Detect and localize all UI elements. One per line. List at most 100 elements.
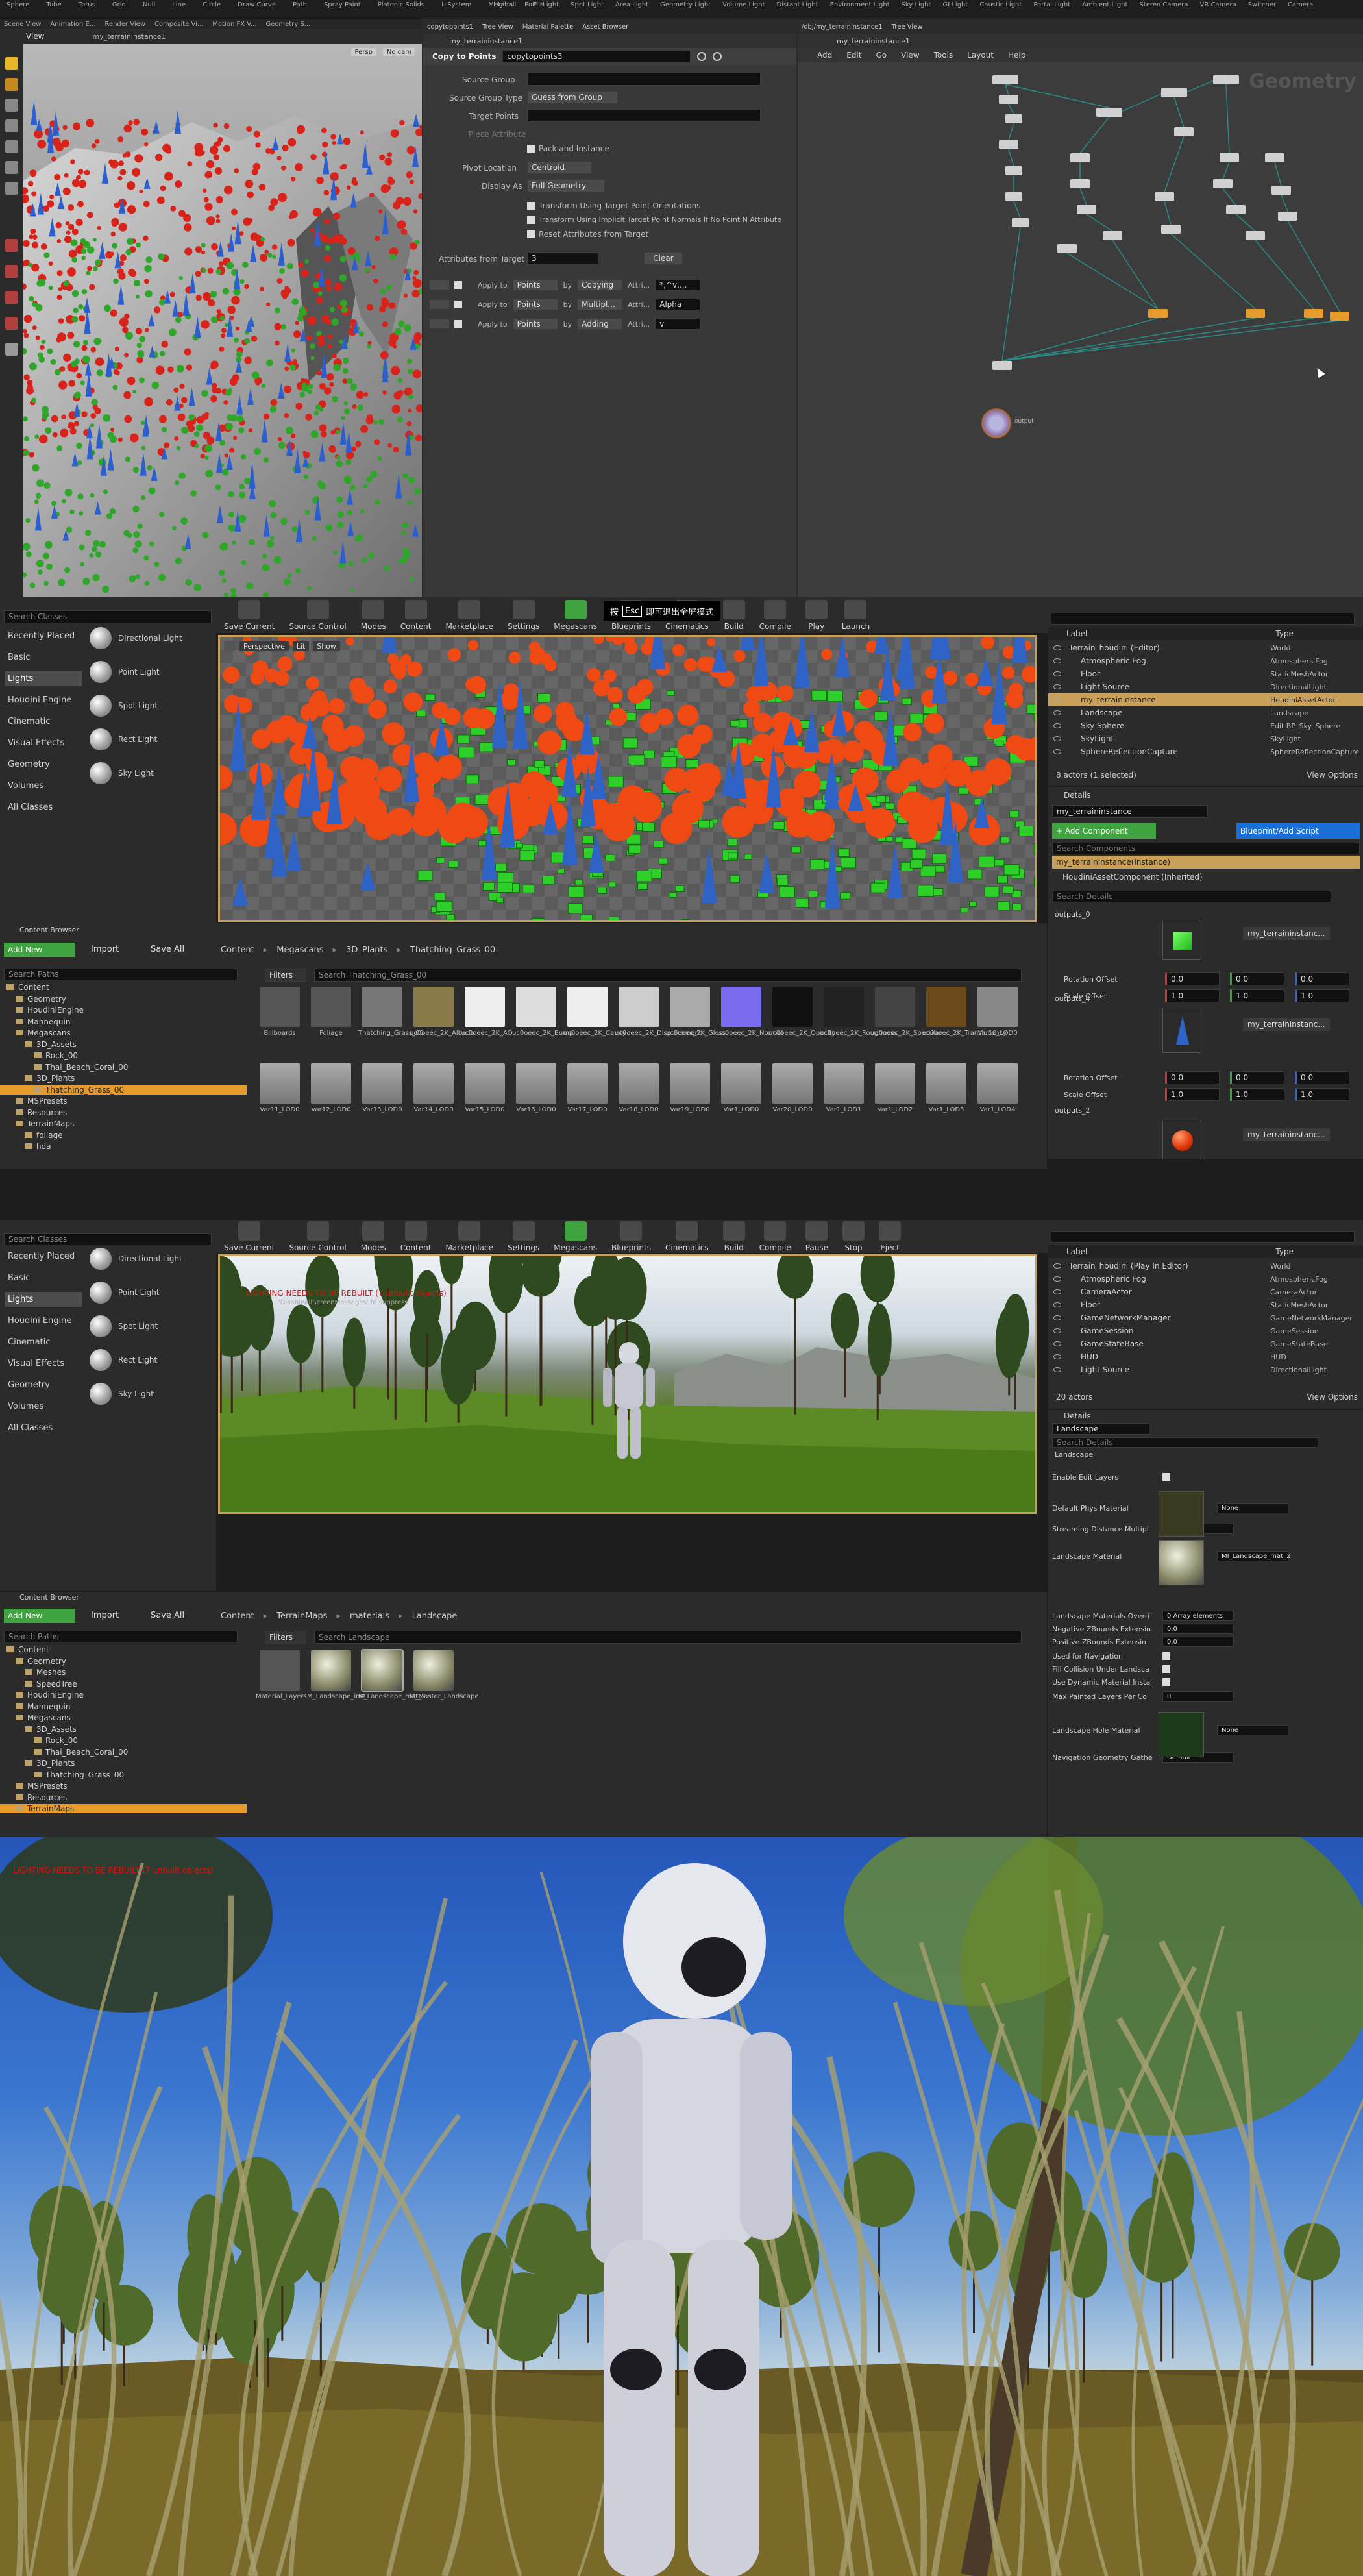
outliner-row[interactable]: Landscape Landscape xyxy=(1048,706,1363,719)
by-select[interactable]: Multipl... xyxy=(577,299,623,310)
component-child-row[interactable]: HoudiniAssetComponent (Inherited) xyxy=(1062,873,1203,882)
toolbar-button[interactable]: Save Current xyxy=(224,599,275,631)
eye-icon[interactable] xyxy=(1053,749,1061,754)
toolbar-button[interactable]: Modes xyxy=(361,1221,386,1252)
place-category[interactable]: All Classes xyxy=(5,1420,82,1435)
place-category[interactable]: Recently Placed xyxy=(5,1249,82,1264)
toolbar-button[interactable]: Marketplace xyxy=(445,1221,493,1252)
property-value[interactable]: None xyxy=(1217,1725,1288,1735)
net-menu-item[interactable]: Help xyxy=(1008,51,1025,60)
outliner-row[interactable]: SkyLight SkyLight xyxy=(1048,732,1363,745)
light-tool[interactable]: Spot Light xyxy=(571,1,604,8)
outliner-row[interactable]: Light Source DirectionalLight xyxy=(1048,680,1363,693)
add-new-button[interactable]: Add New xyxy=(4,943,75,957)
vector-field[interactable]: 1.0 xyxy=(1165,1088,1220,1101)
outliner-row[interactable]: GameStateBase GameStateBase xyxy=(1048,1337,1363,1350)
transform-implicit-checkbox[interactable] xyxy=(527,216,535,224)
light-tool[interactable]: Lights xyxy=(493,1,513,8)
place-item[interactable]: Rect Light xyxy=(90,1349,157,1371)
light-tool[interactable]: Caustic Light xyxy=(979,1,1022,8)
folder-tree-item[interactable]: Megascans xyxy=(0,1028,247,1037)
shelf-tool[interactable]: Platonic Solids xyxy=(378,1,424,8)
select-tool-icon[interactable] xyxy=(5,57,18,70)
by-select[interactable]: Copying xyxy=(577,279,623,291)
net-menu-item[interactable]: Add xyxy=(817,51,832,60)
vector-field[interactable]: 0.0 xyxy=(1165,972,1220,985)
outliner-row[interactable]: Terrain_houdini (Play In Editor) World xyxy=(1048,1259,1363,1272)
toolbar-button[interactable]: Source Control xyxy=(289,1221,347,1252)
network-node[interactable] xyxy=(1070,153,1090,162)
pane-tab[interactable]: Render View xyxy=(104,21,145,28)
blueprint-script-button[interactable]: Blueprint/Add Script xyxy=(1236,823,1360,839)
folder-tree-item[interactable]: Mannequin xyxy=(0,1017,247,1026)
param-node-name[interactable]: copytopoints3 xyxy=(502,50,691,63)
place-category[interactable]: Basic xyxy=(5,1270,82,1285)
param-pane-tab[interactable]: Asset Browser xyxy=(582,23,628,31)
filters-button-2[interactable]: Filters xyxy=(265,1631,306,1644)
outliner-header-type-2[interactable]: Type xyxy=(1275,1247,1294,1256)
apply-row-toggle[interactable] xyxy=(430,300,449,309)
source-group-type-select[interactable]: Guess from Group xyxy=(527,91,618,104)
reset-attr-checkbox[interactable] xyxy=(527,230,535,238)
breadcrumb-item[interactable]: Megascans xyxy=(276,945,323,955)
place-item[interactable]: Point Light xyxy=(90,1282,160,1304)
folder-tree-item[interactable]: TerrainMaps xyxy=(0,1804,247,1813)
network-node[interactable] xyxy=(1174,127,1194,136)
outliner-row[interactable]: GameSession GameSession xyxy=(1048,1324,1363,1337)
toolbar-button[interactable]: Megascans xyxy=(554,1221,597,1252)
pose-tool-icon[interactable] xyxy=(5,161,18,174)
material-thumbnail[interactable] xyxy=(1159,1712,1204,1757)
folder-tree-item[interactable]: HoudiniEngine xyxy=(0,1006,247,1015)
network-node[interactable] xyxy=(1271,186,1291,195)
material-thumbnail-blue[interactable] xyxy=(1162,1008,1201,1053)
gear-icon[interactable] xyxy=(697,52,707,61)
mesh-asset[interactable] xyxy=(311,1063,351,1104)
place-category[interactable]: Recently Placed xyxy=(5,628,82,643)
place-search-input[interactable]: Search Classes xyxy=(4,610,212,623)
toolbar-button[interactable]: Content xyxy=(400,599,431,631)
network-node[interactable] xyxy=(1057,244,1077,253)
outliner-row[interactable]: Light Source DirectionalLight xyxy=(1048,1363,1363,1376)
param-path[interactable]: my_terraininstance1 xyxy=(449,37,522,45)
light-tool[interactable]: Volume Light xyxy=(722,1,765,8)
toolbar-button[interactable]: Save Current xyxy=(224,1221,275,1252)
toolbar-button[interactable]: Marketplace xyxy=(445,599,493,631)
property-checkbox[interactable] xyxy=(1162,1665,1170,1673)
shelf-tool[interactable]: Line xyxy=(172,1,186,8)
apply-row-check[interactable] xyxy=(454,301,462,308)
houdini-3d-viewport[interactable]: Persp No cam xyxy=(23,44,422,597)
shelf-tool[interactable]: Grid xyxy=(112,1,126,8)
eye-icon[interactable] xyxy=(1053,1263,1061,1269)
texture-asset[interactable] xyxy=(413,987,454,1027)
property-value[interactable]: 0 xyxy=(1162,1691,1234,1702)
shelf-tool[interactable]: Draw Curve xyxy=(238,1,276,8)
light-tool[interactable]: Point Light xyxy=(524,1,559,8)
mesh-asset[interactable] xyxy=(567,1063,608,1104)
mesh-asset[interactable] xyxy=(875,1063,915,1104)
toolbar-button[interactable]: Settings xyxy=(508,599,539,631)
mesh-asset[interactable] xyxy=(619,1063,659,1104)
toolbar-button[interactable]: Modes xyxy=(361,599,386,631)
place-category[interactable]: Visual Effects xyxy=(5,1356,82,1371)
property-checkbox[interactable] xyxy=(1162,1678,1170,1686)
eye-icon[interactable] xyxy=(1053,1328,1061,1333)
pack-instance-checkbox[interactable] xyxy=(527,145,535,153)
game-view[interactable]: LIGHTING NEEDS TO BE REBUILT (7 unbuilt … xyxy=(0,1837,1363,2576)
shelf-tool[interactable]: Null xyxy=(143,1,155,8)
light-tool[interactable]: GI Light xyxy=(942,1,968,8)
param-pane-tab[interactable]: Tree View xyxy=(482,23,513,31)
network-node[interactable] xyxy=(1161,88,1187,97)
outliner-header-label[interactable]: Label xyxy=(1066,629,1087,638)
folder-tree-item[interactable]: Resources xyxy=(0,1793,247,1802)
material-select-2[interactable]: my_terraininstanc... xyxy=(1243,1128,1330,1141)
place-category[interactable]: Volumes xyxy=(5,1399,82,1414)
vector-field[interactable]: 1.0 xyxy=(1230,989,1284,1002)
network-node[interactable] xyxy=(1077,205,1096,214)
texture-asset[interactable] xyxy=(362,987,402,1027)
folder-tree-item[interactable]: foliage xyxy=(0,1131,247,1140)
light-tool[interactable]: Switcher xyxy=(1248,1,1276,8)
network-node[interactable] xyxy=(1005,114,1022,123)
clear-button[interactable]: Clear xyxy=(644,252,683,265)
light-tool[interactable]: Area Light xyxy=(615,1,648,8)
light-tool-icon[interactable] xyxy=(5,343,18,356)
